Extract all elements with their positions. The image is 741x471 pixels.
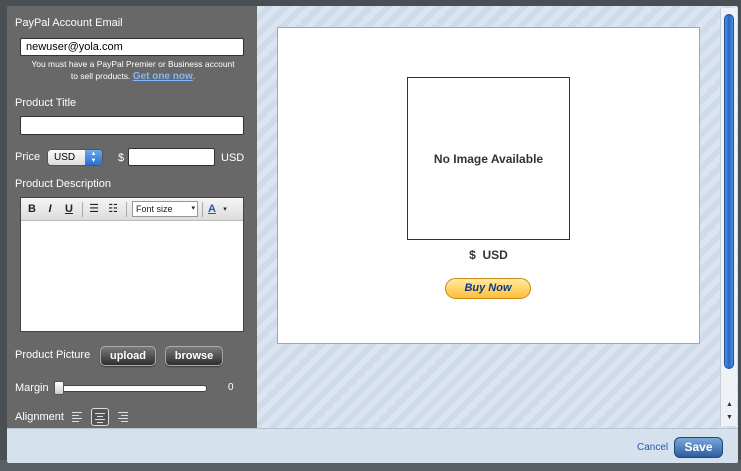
product-title-field[interactable]	[20, 116, 244, 135]
no-image-text: No Image Available	[433, 151, 544, 166]
font-size-select[interactable]: Font size ▾	[132, 201, 198, 217]
alignment-label: Alignment	[15, 411, 64, 423]
margin-slider[interactable]	[55, 385, 207, 392]
select-arrows-icon: ▲ ▼	[85, 150, 102, 165]
price-unit: USD	[221, 152, 245, 164]
description-editor: B I U ☰ ☷ Font size ▾ A ▾	[20, 197, 244, 332]
scrollbar-thumb[interactable]	[724, 14, 734, 369]
price-label: Price	[15, 151, 41, 163]
scroll-down-icon[interactable]: ▼	[724, 413, 735, 423]
buy-now-button[interactable]: Buy Now	[445, 278, 531, 299]
vertical-scrollbar[interactable]: ▲ ▼	[720, 8, 737, 426]
price-field[interactable]	[128, 148, 215, 166]
currency-symbol: $	[118, 152, 125, 164]
currency-select[interactable]: USD ▲ ▼	[47, 149, 103, 166]
preview-panel: No Image Available $ USD Buy Now ▲ ▼	[257, 6, 738, 428]
margin-label: Margin	[15, 382, 49, 394]
upload-button[interactable]: upload	[100, 346, 156, 366]
margin-value: 0	[228, 382, 234, 393]
email-field[interactable]	[20, 38, 244, 56]
align-center-icon[interactable]	[91, 408, 109, 426]
product-title-label: Product Title	[15, 97, 77, 109]
chevron-down-icon: ▾	[191, 205, 195, 212]
toolbar-divider	[202, 202, 203, 217]
editor-toolbar: B I U ☰ ☷ Font size ▾ A ▾	[21, 198, 243, 221]
preview-price: $ USD	[278, 248, 699, 262]
bullet-list-icon[interactable]: ☰	[86, 202, 102, 217]
get-one-now-link[interactable]: Get one now	[133, 71, 193, 82]
product-image-placeholder: No Image Available	[407, 77, 570, 240]
margin-slider-handle[interactable]	[54, 381, 64, 395]
align-left-icon[interactable]	[68, 408, 86, 426]
italic-button[interactable]: I	[42, 202, 58, 217]
paypal-note-end: .	[192, 71, 196, 81]
paypal-note: You must have a PayPal Premier or Busine…	[27, 58, 239, 83]
preview-price-unit: USD	[482, 248, 508, 262]
align-right-icon[interactable]	[114, 408, 132, 426]
currency-selected: USD	[54, 152, 76, 163]
preview-canvas: No Image Available $ USD Buy Now	[277, 27, 700, 344]
email-label: PayPal Account Email	[15, 17, 123, 29]
description-label: Product Description	[15, 178, 111, 190]
save-button[interactable]: Save	[674, 437, 723, 458]
chevron-down-icon[interactable]: ▾	[217, 202, 233, 217]
product-dialog: PayPal Account Email You must have a Pay…	[7, 6, 738, 463]
preview-price-symbol: $	[469, 248, 476, 262]
cancel-button[interactable]: Cancel	[637, 442, 668, 453]
toolbar-divider	[82, 202, 83, 217]
numbered-list-icon[interactable]: ☷	[105, 202, 121, 217]
browse-button[interactable]: browse	[165, 346, 223, 366]
scroll-up-icon[interactable]: ▲	[724, 400, 735, 410]
settings-panel: PayPal Account Email You must have a Pay…	[7, 6, 257, 428]
toolbar-divider	[126, 202, 127, 217]
font-size-label: Font size	[136, 204, 173, 214]
underline-button[interactable]: U	[61, 202, 77, 217]
bold-button[interactable]: B	[24, 202, 40, 217]
product-picture-label: Product Picture	[15, 349, 91, 361]
dialog-footer: Cancel Save	[7, 428, 738, 463]
